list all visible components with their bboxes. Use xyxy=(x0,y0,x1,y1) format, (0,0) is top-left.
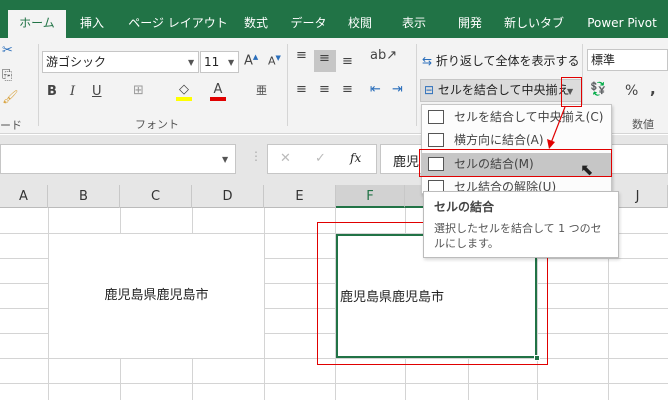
insert-function-icon[interactable]: fx xyxy=(350,151,361,165)
merge-center-icon: ⊟ xyxy=(424,83,438,97)
italic-button[interactable]: I xyxy=(70,84,75,99)
wrap-text-label: 折り返して全体を表示する xyxy=(435,54,580,68)
align-right-icon[interactable]: ≡ xyxy=(342,82,353,97)
tooltip-body: 選択したセルを結合して 1 つのセルにします。 xyxy=(434,222,602,250)
clipboard-label: ード xyxy=(0,119,22,132)
tab-data[interactable]: データ xyxy=(286,10,331,38)
chevron-down-icon[interactable]: ▼ xyxy=(228,58,234,67)
format-painter-icon[interactable]: 🖌 xyxy=(2,90,19,105)
tab-home[interactable]: ホーム xyxy=(8,10,66,38)
col-header-e[interactable]: E xyxy=(264,185,336,208)
enter-icon[interactable]: ✓ xyxy=(315,151,326,166)
bold-button[interactable]: B xyxy=(47,84,57,99)
tab-page-layout[interactable]: ページ レイアウト xyxy=(128,10,228,38)
font-color-icon[interactable]: A xyxy=(210,82,226,101)
col-header-a[interactable]: A xyxy=(0,185,48,208)
number-group-label: 数値 xyxy=(632,118,654,131)
font-name-box[interactable]: 游ゴシック xyxy=(42,51,199,73)
col-header-d[interactable]: D xyxy=(192,185,264,208)
merge-center-label: セルを結合して中央揃え xyxy=(437,83,570,97)
orientation-icon[interactable]: ab↗ xyxy=(370,48,397,63)
col-header-f[interactable]: F xyxy=(336,185,405,208)
align-bottom-icon[interactable]: ≡ xyxy=(342,54,353,69)
borders-icon[interactable]: ⊞ xyxy=(133,83,144,98)
cancel-icon[interactable]: ✕ xyxy=(280,151,291,166)
chevron-down-icon[interactable]: ▼ xyxy=(188,58,194,67)
tab-formulas[interactable]: 数式 xyxy=(236,10,276,38)
increase-indent-icon[interactable]: ⇥ xyxy=(392,82,403,97)
annotation-arrow xyxy=(547,106,566,149)
increase-font-icon[interactable]: A▲ xyxy=(244,53,258,68)
align-top-icon[interactable]: ≡ xyxy=(296,48,307,63)
tab-new[interactable]: 新しいタブ xyxy=(504,10,564,38)
percent-button[interactable]: % xyxy=(625,83,638,99)
align-left-icon[interactable]: ≡ xyxy=(296,82,307,97)
grip-icon: ⋮ xyxy=(250,149,262,163)
tab-insert[interactable]: 挿入 xyxy=(72,10,112,38)
copy-icon[interactable]: ⎘ xyxy=(2,68,12,83)
fill-color-icon[interactable]: ◇ xyxy=(176,82,192,101)
wrap-text-icon: ⇆ xyxy=(422,54,436,68)
tab-power-pivot[interactable]: Power Pivot xyxy=(582,10,662,38)
font-group-label: フォント xyxy=(135,118,179,131)
phonetic-icon[interactable]: 亜 xyxy=(256,82,267,98)
tab-review[interactable]: 校閲 xyxy=(340,10,380,38)
merge-across-icon xyxy=(428,133,444,147)
tab-view[interactable]: 表示 xyxy=(394,10,434,38)
menu-item-label: セルを結合して中央揃え(C) xyxy=(454,110,604,124)
ribbon-tabs: ホーム 挿入 ページ レイアウト 数式 データ 校閲 表示 開発 新しいタブ P… xyxy=(0,0,668,38)
name-box[interactable] xyxy=(0,144,236,174)
tab-developer[interactable]: 開発 xyxy=(450,10,490,38)
merge-center-button[interactable]: ⊟ セルを結合して中央揃え xyxy=(420,79,582,102)
decrease-indent-icon[interactable]: ⇤ xyxy=(370,82,381,97)
wrap-text-button[interactable]: ⇆ 折り返して全体を表示する xyxy=(422,52,580,69)
tooltip-title: セルの結合 xyxy=(434,200,495,214)
mouse-cursor-icon: ⬉ xyxy=(580,160,594,179)
col-header-b[interactable]: B xyxy=(48,185,120,208)
comma-button[interactable]: , xyxy=(650,80,656,98)
merge-center-icon xyxy=(428,110,444,124)
col-header-c[interactable]: C xyxy=(120,185,192,208)
chevron-down-icon[interactable]: ▼ xyxy=(222,155,228,164)
underline-button[interactable]: U xyxy=(92,84,102,99)
accounting-format-icon[interactable]: 💱 xyxy=(590,82,606,97)
annotation-box xyxy=(561,77,582,107)
number-format-box[interactable]: 標準 xyxy=(587,49,668,71)
tooltip: セルの結合 選択したセルを結合して 1 つのセルにします。 xyxy=(423,191,619,258)
menu-item-merge-center[interactable]: セルを結合して中央揃え(C) xyxy=(422,106,611,129)
cut-icon[interactable]: ✂ xyxy=(2,43,13,58)
merged-cell-b2-d6[interactable]: 鹿児島県鹿児島市 xyxy=(49,234,264,358)
align-middle-icon: ≡ xyxy=(319,51,330,66)
align-center-icon[interactable]: ≡ xyxy=(319,82,330,97)
decrease-font-icon[interactable]: A▼ xyxy=(268,54,281,68)
